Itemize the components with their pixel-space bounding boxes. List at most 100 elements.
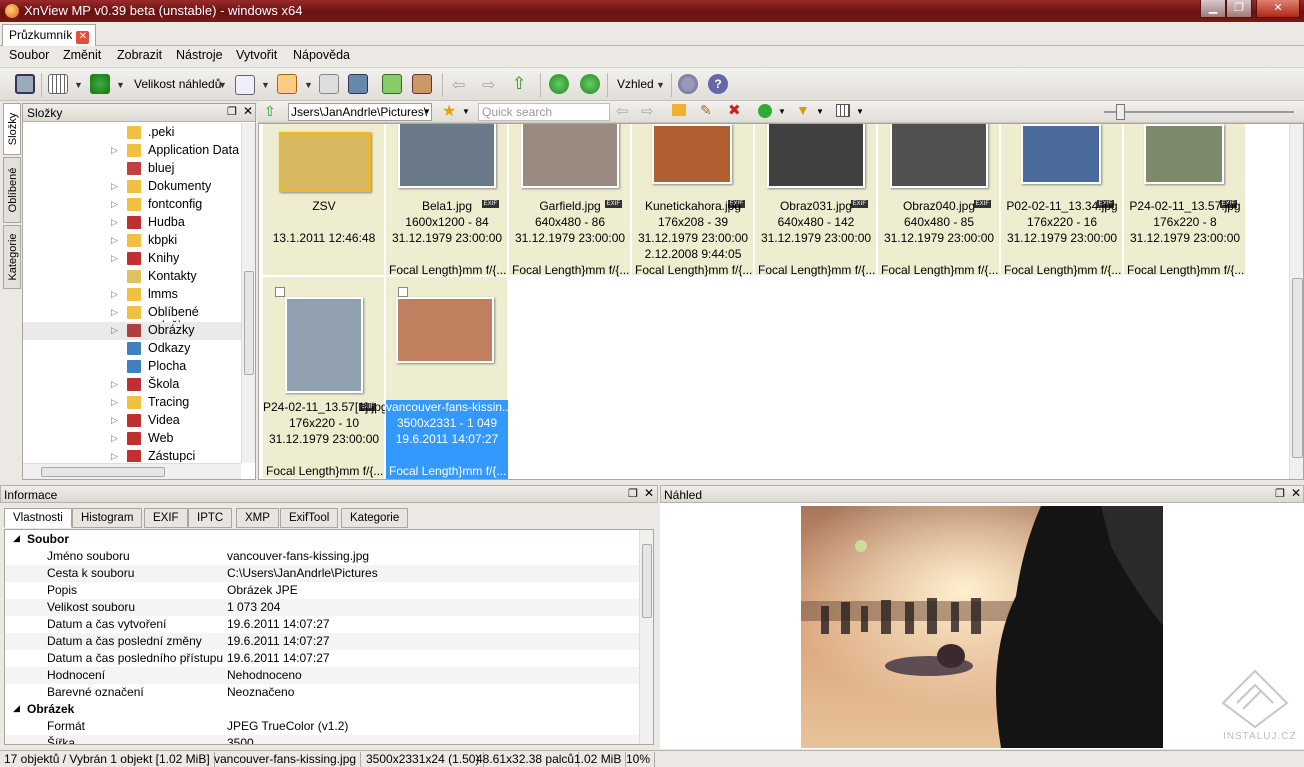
expand-icon[interactable]: ▷: [111, 451, 118, 462]
expand-icon[interactable]: ▷: [111, 379, 118, 390]
tree-hscrollbar[interactable]: [23, 463, 241, 479]
layout-icon[interactable]: [836, 104, 850, 117]
folder-item[interactable]: Kontakty: [23, 268, 243, 286]
sort-icon[interactable]: [90, 74, 110, 94]
help-icon[interactable]: ?: [708, 74, 728, 94]
camera-icon[interactable]: [348, 74, 368, 94]
chevron-down-icon[interactable]: ▼: [856, 107, 864, 116]
info-tab[interactable]: EXIF: [144, 508, 188, 528]
info-tab[interactable]: Kategorie: [341, 508, 409, 528]
menu-napoveda[interactable]: Nápověda: [293, 48, 350, 62]
info-tab[interactable]: Vlastnosti: [4, 508, 72, 528]
chevron-down-icon[interactable]: ▼: [423, 107, 431, 116]
rotate-left-icon[interactable]: [549, 74, 569, 94]
tab-explorer[interactable]: Průzkumník ✕: [2, 24, 97, 46]
folder-item[interactable]: .peki: [23, 124, 243, 142]
thumb-size-button[interactable]: Velikost náhledů: [134, 77, 221, 91]
info-tab[interactable]: ExifTool: [280, 508, 339, 528]
up-folder-icon[interactable]: ⇧: [264, 103, 276, 120]
zoom-slider-track[interactable]: [1104, 111, 1294, 113]
menu-soubor[interactable]: Soubor: [9, 48, 49, 62]
folder-item[interactable]: ▷ Videa: [23, 412, 243, 430]
back-icon[interactable]: ⇦: [452, 75, 465, 95]
filter-icon[interactable]: [277, 74, 297, 94]
import-icon[interactable]: [382, 74, 402, 94]
gear-icon[interactable]: [678, 74, 698, 94]
folder-item[interactable]: ▷ kbpki: [23, 232, 243, 250]
expand-icon[interactable]: ▷: [111, 181, 118, 192]
view-button[interactable]: Vzhled: [617, 77, 654, 91]
menu-nastroje[interactable]: Nástroje: [176, 48, 223, 62]
forward-icon[interactable]: ⇨: [641, 102, 654, 120]
file-thumbnail[interactable]: EXIF P24-02-11_13.57.jpg 176x220 - 8 31.12.…: [1124, 124, 1246, 277]
chevron-down-icon[interactable]: ▼: [816, 107, 824, 116]
chevron-down-icon[interactable]: ▼: [778, 107, 786, 116]
file-thumbnail[interactable]: EXIF Bela1.jpg 1600x1200 - 84 31.12.1979 23…: [386, 124, 508, 277]
chevron-down-icon[interactable]: ▼: [74, 80, 83, 90]
expand-icon[interactable]: ▷: [111, 253, 118, 264]
folder-item[interactable]: ▷ Hudba: [23, 214, 243, 232]
expand-icon[interactable]: ▷: [111, 307, 118, 318]
info-tab[interactable]: Histogram: [72, 508, 143, 528]
rename-icon[interactable]: ✎: [700, 102, 712, 119]
chevron-down-icon[interactable]: ▼: [218, 80, 227, 90]
expand-icon[interactable]: ▷: [111, 217, 118, 228]
folder-item[interactable]: Odkazy: [23, 340, 243, 358]
folder-item[interactable]: bluej: [23, 160, 243, 178]
chevron-down-icon[interactable]: ▼: [261, 80, 270, 90]
folder-item[interactable]: ▷ lmms: [23, 286, 243, 304]
grid-view-icon[interactable]: [48, 74, 68, 94]
folder-item[interactable]: ▷ Zástupci: [23, 448, 243, 462]
ratio-icon[interactable]: [235, 75, 255, 95]
chevron-down-icon[interactable]: ▼: [462, 107, 470, 116]
chevron-down-icon[interactable]: ▼: [304, 80, 313, 90]
filter-icon[interactable]: ▼: [796, 102, 810, 118]
star-icon[interactable]: ★: [442, 101, 456, 121]
folder-item[interactable]: ▷ fontconfig: [23, 196, 243, 214]
folder-item[interactable]: ▷ Web: [23, 430, 243, 448]
tab-close-icon[interactable]: ✕: [76, 31, 90, 44]
chevron-down-icon[interactable]: ▼: [656, 80, 665, 90]
menu-zmenit[interactable]: Změnit: [63, 48, 101, 62]
folder-item[interactable]: ▷ Application Data: [23, 142, 243, 160]
folder-item[interactable]: Plocha: [23, 358, 243, 376]
minimize-button[interactable]: ▁: [1200, 0, 1226, 18]
expand-icon[interactable]: ▷: [111, 433, 118, 444]
tree-icon[interactable]: [319, 74, 339, 94]
expand-icon[interactable]: ▷: [111, 235, 118, 246]
new-folder-icon[interactable]: [672, 104, 686, 116]
props-scrollbar[interactable]: [639, 530, 653, 744]
float-icon[interactable]: ❐: [227, 105, 237, 118]
delete-icon[interactable]: ✖: [728, 101, 741, 119]
select-checkbox[interactable]: [275, 287, 285, 297]
chevron-down-icon[interactable]: ▼: [116, 80, 125, 90]
maximize-button[interactable]: ❐: [1226, 0, 1252, 18]
collapse-icon[interactable]: ◢: [13, 703, 20, 714]
side-tab-categories[interactable]: Kategorie: [3, 225, 21, 289]
folder-thumbnail[interactable]: ZSV 13.1.2011 12:46:48: [263, 124, 385, 276]
folder-item[interactable]: ▷Oblíbené položky: [23, 304, 243, 333]
menu-zobrazit[interactable]: Zobrazit: [117, 48, 162, 62]
info-tab[interactable]: XMP: [236, 508, 279, 528]
rotate-right-icon[interactable]: [580, 74, 600, 94]
zoom-slider-handle[interactable]: [1116, 104, 1125, 120]
scroll-thumb[interactable]: [1292, 278, 1303, 458]
tree-scrollbar[interactable]: [241, 123, 255, 463]
folder-item[interactable]: ▷ Knihy: [23, 250, 243, 268]
scroll-thumb[interactable]: [642, 544, 652, 618]
expand-icon[interactable]: ▷: [111, 415, 118, 426]
close-icon[interactable]: ✕: [243, 104, 253, 118]
quick-search-input[interactable]: Quick search: [478, 103, 610, 121]
property-section[interactable]: ◢ Obrázek: [5, 701, 639, 718]
file-thumbnail[interactable]: EXIFvancouver-fans-kissin...3500x2331 - …: [386, 277, 508, 479]
expand-icon[interactable]: ▷: [111, 397, 118, 408]
side-tab-folders[interactable]: Složky: [3, 103, 21, 155]
folder-item[interactable]: ▷ Škola: [23, 376, 243, 394]
file-thumbnail[interactable]: EXIF Garfield.jpg 640x480 - 86 31.12.1979 2…: [509, 124, 631, 277]
scroll-thumb[interactable]: [41, 467, 165, 477]
file-thumbnail[interactable]: EXIF Obraz040.jpg 640x480 - 85 31.12.1979 2…: [878, 124, 1000, 277]
expand-icon[interactable]: ▷: [111, 145, 118, 156]
side-tab-favorites[interactable]: Oblíbené: [3, 157, 21, 223]
back-icon[interactable]: ⇦: [616, 102, 629, 120]
select-checkbox[interactable]: [398, 287, 408, 297]
